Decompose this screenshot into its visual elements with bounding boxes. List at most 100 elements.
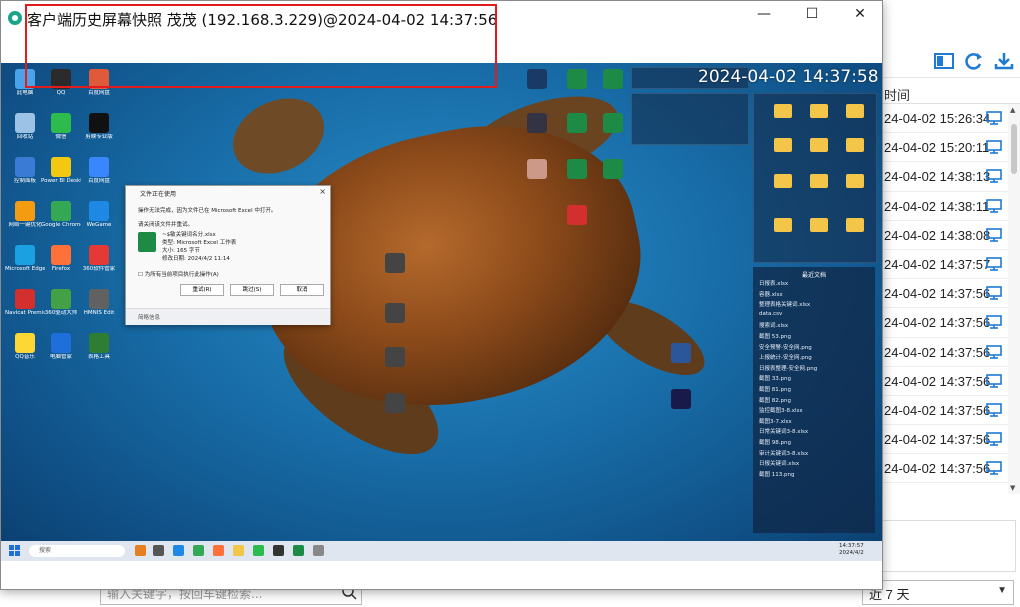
table-row[interactable]: 24-04-02 14:37:57 xyxy=(880,250,1008,280)
dialog-close-icon[interactable]: × xyxy=(319,187,326,196)
desktop-file-icon xyxy=(517,113,557,133)
recent-document-item: 截图 82.png xyxy=(759,397,791,404)
row-time: 24-04-02 14:37:56 xyxy=(884,461,991,477)
time-column-header[interactable]: 时间 xyxy=(880,80,1020,104)
skip-button[interactable]: 跳过(S) xyxy=(230,284,274,296)
monitor-icon[interactable] xyxy=(986,315,1002,330)
table-row[interactable]: 24-04-02 14:37:56 xyxy=(880,454,1008,484)
taskbar-app-icon[interactable] xyxy=(273,545,284,556)
taskbar-clock[interactable]: 14:37:57 2024/4/2 xyxy=(839,543,864,557)
app-icon xyxy=(89,157,109,177)
desktop-icon-label: Power BI Desktop xyxy=(41,178,81,184)
monitor-icon[interactable] xyxy=(986,227,1002,242)
monitor-icon[interactable] xyxy=(986,257,1002,271)
cancel-button[interactable]: 取消 xyxy=(280,284,324,296)
taskbar-app-icon[interactable] xyxy=(313,545,324,556)
scroll-up-icon[interactable]: ▲ xyxy=(1010,106,1015,114)
monitor-icon[interactable] xyxy=(986,198,1002,213)
table-row[interactable]: 24-04-02 14:38:08 xyxy=(880,221,1008,250)
recent-document-item: 截图3-7.xlsx xyxy=(759,418,792,425)
recent-document-item: 容器.xlsx xyxy=(759,291,783,298)
app-icon xyxy=(89,245,109,265)
records-scrollbar[interactable]: ▲ ▼ xyxy=(1008,104,1020,494)
dialog-file-date: 修改日期: 2024/4/2 11:14 xyxy=(162,256,230,262)
desktop-icon: 表格工具 xyxy=(79,333,119,361)
date-range-select[interactable]: 近 7 天 ▼ xyxy=(862,580,1014,605)
recent-document-item: 截图 98.png xyxy=(759,439,791,446)
recent-document-item: 日报关键词.xlsx xyxy=(759,461,800,468)
desktop-icon-label: Firefox xyxy=(51,266,71,272)
desktop-icon-label: 表格工具 xyxy=(87,354,110,360)
dialog-checkbox[interactable]: ☐ 为所有当前项目执行此操作(A) xyxy=(138,270,219,278)
desktop-icon: HMNIS Edit xyxy=(79,289,119,317)
taskbar-app-icon[interactable] xyxy=(293,545,304,556)
clock-date: 2024/4/2 xyxy=(839,550,864,556)
detail-box xyxy=(880,520,1016,572)
row-time: 24-04-02 14:37:56 xyxy=(884,432,991,448)
recent-document-item: 截图 33.png xyxy=(759,376,791,383)
desktop-video-icon xyxy=(375,393,415,413)
desktop-icon-label: QQ音乐 xyxy=(15,354,35,360)
table-row[interactable]: 24-04-02 14:37:56 xyxy=(880,425,1008,455)
row-time: 24-04-02 14:37:56 xyxy=(884,373,991,389)
retry-button[interactable]: 重试(R) xyxy=(180,284,224,296)
monitor-icon[interactable] xyxy=(986,111,1002,125)
taskbar-search-input[interactable]: 搜索 xyxy=(29,545,125,557)
desktop-file-icon xyxy=(517,159,557,179)
desktop-icon: Google Chrome xyxy=(41,201,81,229)
table-row[interactable]: 24-04-02 14:38:13 xyxy=(880,162,1008,192)
maximize-button[interactable]: ☐ xyxy=(797,6,827,28)
scroll-thumb[interactable] xyxy=(1011,124,1017,174)
table-row[interactable]: 24-04-02 14:37:56 xyxy=(880,367,1008,396)
taskbar-app-icon[interactable] xyxy=(253,545,264,556)
dialog-details-toggle[interactable]: 简略信息 xyxy=(126,308,330,325)
taskbar-app-icon[interactable] xyxy=(233,545,244,556)
monitor-icon[interactable] xyxy=(986,373,1002,388)
monitor-icon[interactable] xyxy=(986,461,1002,476)
desktop-icon-label: Navicat Premium 12 xyxy=(5,310,45,316)
table-row[interactable]: 24-04-02 15:20:11 xyxy=(880,133,1008,163)
desktop-file-icon xyxy=(517,69,557,89)
app-icon xyxy=(15,333,35,353)
taskbar-app-icon[interactable] xyxy=(153,545,164,556)
desktop-icon-label: 百度网盘 xyxy=(87,90,110,96)
table-row[interactable]: 24-04-02 14:37:56 xyxy=(880,396,1008,426)
refresh-icon[interactable] xyxy=(964,52,984,70)
monitor-icon[interactable] xyxy=(986,169,1002,184)
row-time: 24-04-02 14:37:56 xyxy=(884,344,991,360)
download-icon[interactable] xyxy=(994,52,1014,70)
folder-icon xyxy=(846,218,864,232)
minimize-button[interactable]: — xyxy=(749,6,779,28)
monitor-icon[interactable] xyxy=(986,286,1002,300)
turtle-head xyxy=(220,84,337,188)
app-icon xyxy=(89,333,109,353)
table-row[interactable]: 24-04-02 14:37:56 xyxy=(880,308,1008,338)
desktop-file-icon xyxy=(593,159,633,179)
app-icon xyxy=(15,113,35,133)
desktop-icon: 360驱动大师 xyxy=(41,289,81,317)
table-row[interactable]: 24-04-02 14:37:56 xyxy=(880,279,1008,309)
close-button[interactable]: ✕ xyxy=(845,6,875,28)
table-row[interactable]: 24-04-02 14:38:11 xyxy=(880,192,1008,221)
monitor-icon[interactable] xyxy=(986,432,1002,446)
monitor-icon[interactable] xyxy=(986,344,1002,359)
taskbar-app-icon[interactable] xyxy=(213,545,224,556)
scroll-down-icon[interactable]: ▼ xyxy=(1010,484,1015,492)
desktop-icon-label: 微信 xyxy=(55,134,67,140)
layout-panel-icon[interactable] xyxy=(934,52,954,70)
table-row[interactable]: 24-04-02 14:37:56 xyxy=(880,338,1008,367)
taskbar-app-icon[interactable] xyxy=(173,545,184,556)
windows-start-icon[interactable] xyxy=(9,545,20,556)
monitor-icon[interactable] xyxy=(986,140,1002,154)
app-icon xyxy=(51,289,71,309)
monitor-icon[interactable] xyxy=(986,403,1002,417)
desktop-icon: Microsoft Edge xyxy=(5,245,45,273)
table-row[interactable]: 24-04-02 15:26:34 xyxy=(880,104,1008,134)
taskbar-app-icon[interactable] xyxy=(193,545,204,556)
desktop-icon-label: HMNIS Edit xyxy=(83,310,115,316)
folder-icon xyxy=(846,138,864,152)
row-time: 24-04-02 14:37:57 xyxy=(884,256,991,272)
folder-icon xyxy=(810,104,828,118)
taskbar-app-icon[interactable] xyxy=(135,545,146,556)
desktop-icon: 电脑管家 xyxy=(41,333,81,361)
